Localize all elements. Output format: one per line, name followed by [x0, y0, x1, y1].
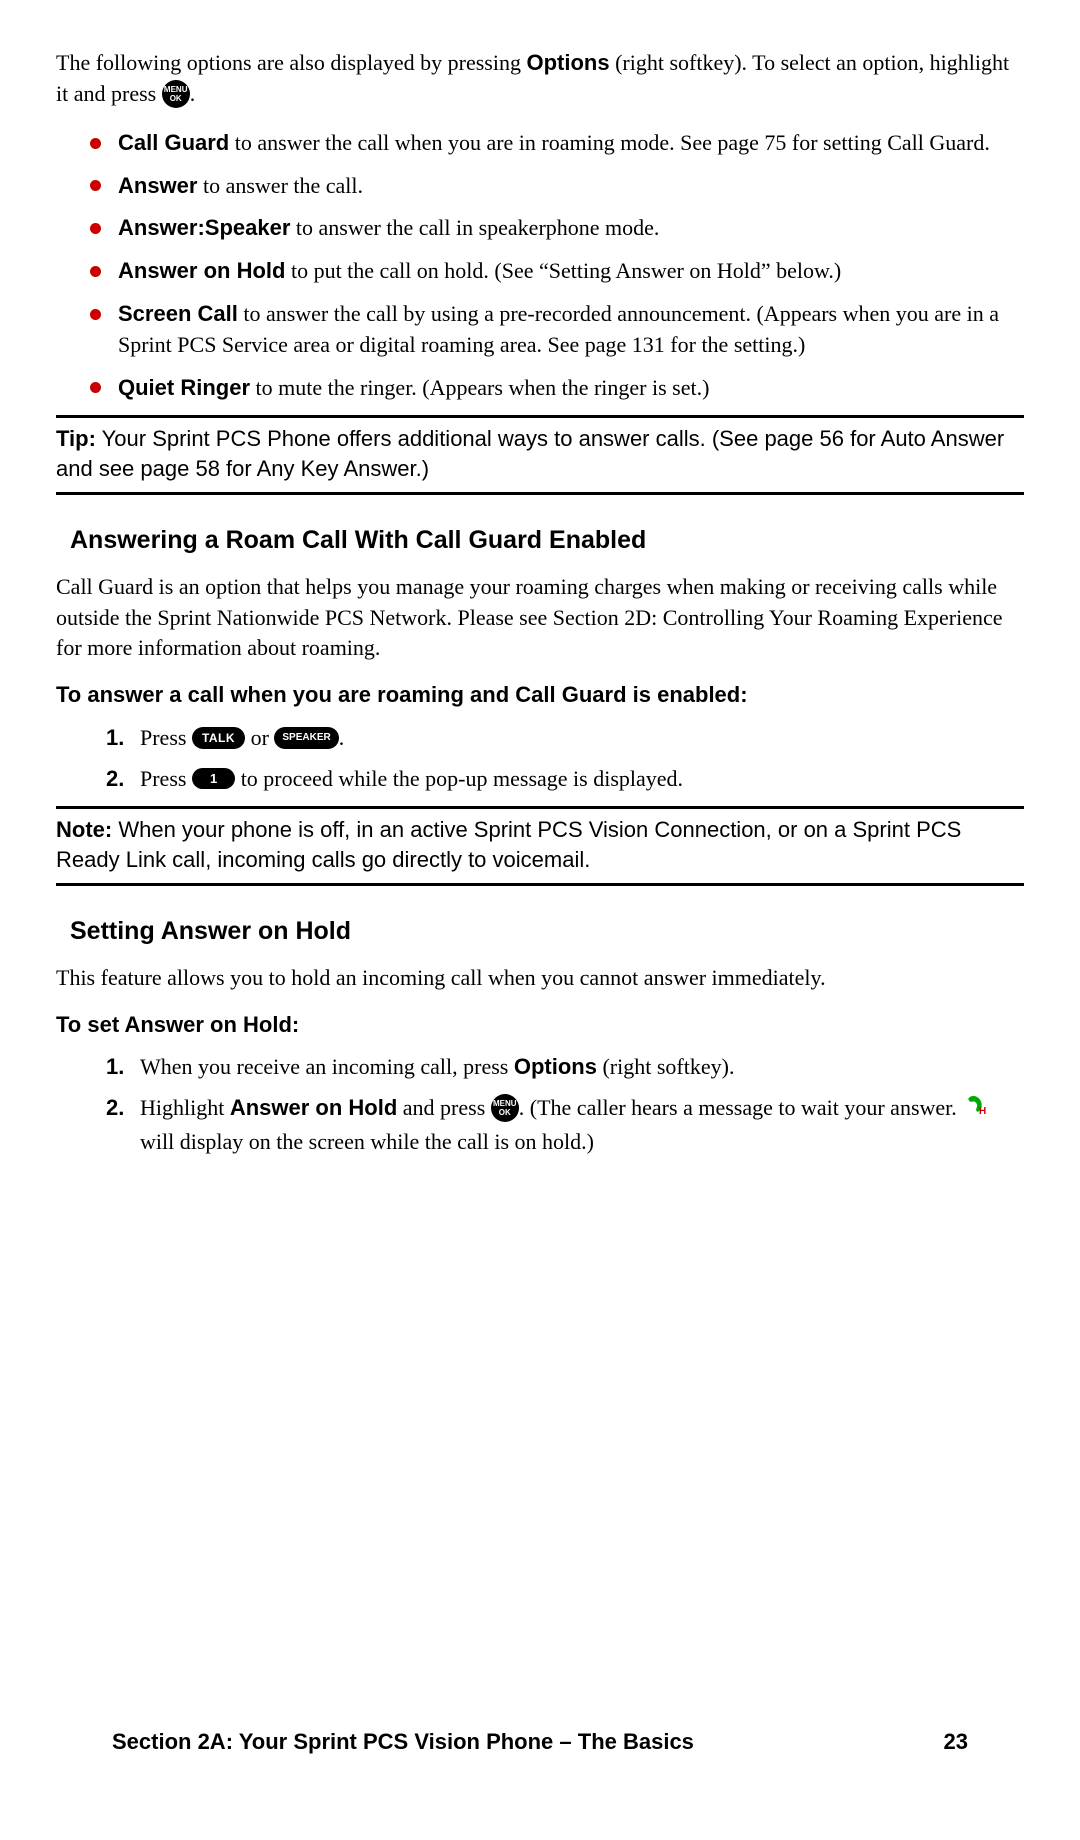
speaker-key-icon: SPEAKER	[274, 727, 338, 749]
step-text: .	[339, 725, 345, 750]
footer-section: Section 2A: Your Sprint PCS Vision Phone…	[112, 1727, 694, 1758]
note-label: Note:	[56, 817, 112, 842]
one-key-icon: 1	[192, 768, 235, 789]
answer-hold-instruction-head: To set Answer on Hold:	[56, 1010, 1024, 1041]
step-item: Press TALK or SPEAKER.	[106, 723, 1024, 754]
page-footer: Section 2A: Your Sprint PCS Vision Phone…	[112, 1727, 968, 1758]
options-label: Options	[526, 50, 609, 75]
bullet-text: to answer the call in speakerphone mode.	[290, 215, 659, 240]
talk-key-icon: TALK	[192, 727, 245, 749]
bullet-bold: Quiet Ringer	[118, 375, 250, 400]
step-text: When you receive an incoming call, press	[140, 1054, 514, 1079]
list-item: Answer to answer the call.	[90, 171, 1024, 202]
step-text: (right softkey).	[597, 1054, 734, 1079]
bullet-bold: Answer:Speaker	[118, 215, 290, 240]
bullet-bold: Answer	[118, 173, 197, 198]
bullet-text: to put the call on hold. (See “Setting A…	[285, 258, 841, 283]
step-text: Highlight	[140, 1095, 230, 1120]
phone-hold-icon: H	[962, 1092, 988, 1125]
intro-text-3: .	[190, 81, 196, 106]
list-item: Quiet Ringer to mute the ringer. (Appear…	[90, 373, 1024, 404]
roam-steps: Press TALK or SPEAKER. Press 1 to procee…	[56, 723, 1024, 795]
list-item: Answer on Hold to put the call on hold. …	[90, 256, 1024, 287]
options-list: Call Guard to answer the call when you a…	[56, 128, 1024, 404]
step-item: Press 1 to proceed while the pop-up mess…	[106, 764, 1024, 795]
bullet-bold: Screen Call	[118, 301, 238, 326]
list-item: Screen Call to answer the call by using …	[90, 299, 1024, 361]
step-text: Press	[140, 766, 192, 791]
note-callout: Note: When your phone is off, in an acti…	[56, 806, 1024, 885]
step-text: to proceed while the pop-up message is d…	[235, 766, 683, 791]
list-item: Call Guard to answer the call when you a…	[90, 128, 1024, 159]
svg-text:H: H	[979, 1106, 986, 1116]
roam-instruction-head: To answer a call when you are roaming an…	[56, 680, 1024, 711]
answer-hold-heading: Setting Answer on Hold	[70, 914, 1024, 949]
step-item: Highlight Answer on Hold and press MENUO…	[106, 1093, 1024, 1157]
step-text: or	[245, 725, 274, 750]
answer-hold-steps: When you receive an incoming call, press…	[56, 1052, 1024, 1157]
bullet-text: to answer the call by using a pre-record…	[118, 301, 999, 357]
roam-call-paragraph: Call Guard is an option that helps you m…	[56, 572, 1024, 664]
bullet-text: to mute the ringer. (Appears when the ri…	[250, 375, 709, 400]
intro-text-1: The following options are also displayed…	[56, 50, 526, 75]
menu-ok-icon: MENUOK	[491, 1094, 519, 1122]
step-item: When you receive an incoming call, press…	[106, 1052, 1024, 1083]
options-label: Options	[514, 1054, 597, 1079]
answer-hold-paragraph: This feature allows you to hold an incom…	[56, 963, 1024, 994]
step-text: Press	[140, 725, 192, 750]
menu-ok-icon: MENUOK	[162, 80, 190, 108]
intro-paragraph: The following options are also displayed…	[56, 48, 1024, 110]
bullet-text: to answer the call when you are in roami…	[229, 130, 990, 155]
bullet-text: to answer the call.	[197, 173, 363, 198]
step-text: will display on the screen while the cal…	[140, 1129, 594, 1154]
answer-on-hold-label: Answer on Hold	[230, 1095, 397, 1120]
tip-label: Tip:	[56, 426, 96, 451]
note-text: When your phone is off, in an active Spr…	[56, 817, 961, 872]
bullet-bold: Call Guard	[118, 130, 229, 155]
tip-callout: Tip: Your Sprint PCS Phone offers additi…	[56, 415, 1024, 494]
footer-page-number: 23	[944, 1727, 968, 1758]
step-text: and press	[397, 1095, 490, 1120]
list-item: Answer:Speaker to answer the call in spe…	[90, 213, 1024, 244]
step-text: . (The caller hears a message to wait yo…	[519, 1095, 963, 1120]
bullet-bold: Answer on Hold	[118, 258, 285, 283]
roam-call-heading: Answering a Roam Call With Call Guard En…	[70, 523, 1024, 558]
tip-text: Your Sprint PCS Phone offers additional …	[56, 426, 1004, 481]
